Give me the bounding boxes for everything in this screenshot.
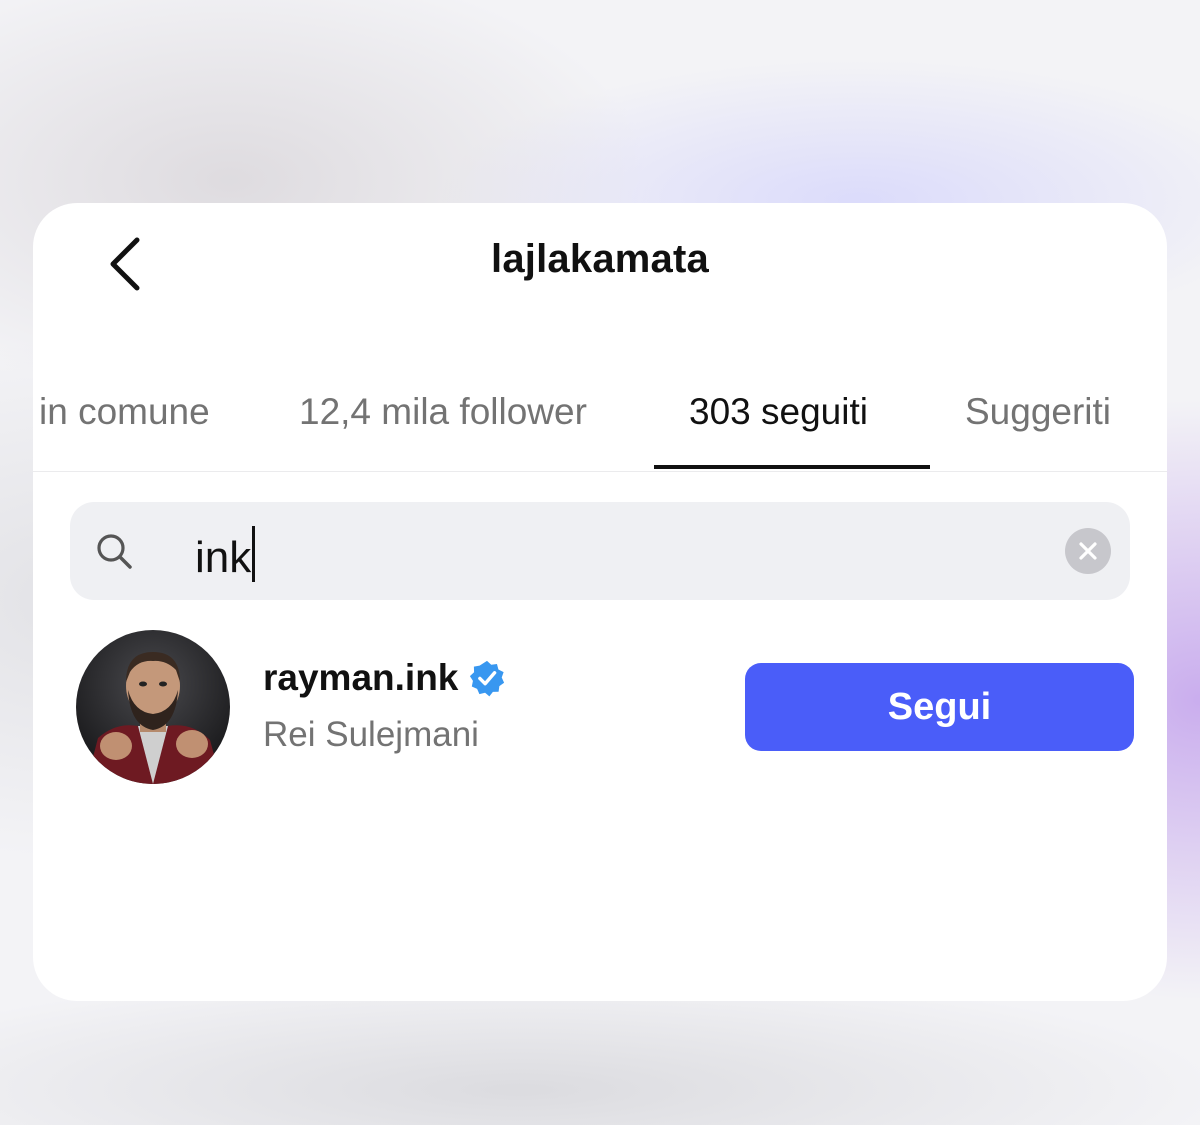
full-name: Rei Sulejmani [263, 715, 479, 754]
avatar[interactable] [76, 630, 230, 784]
username[interactable]: rayman.ink [263, 657, 458, 699]
clear-search-button[interactable] [1065, 528, 1111, 574]
user-list-item[interactable]: rayman.ink Rei Sulejmani Segui [33, 623, 1167, 793]
page-title: lajlakamata [491, 237, 709, 281]
following-list-sheet: lajlakamata in comune 12,4 mila follower… [33, 203, 1167, 1001]
follow-button[interactable]: Segui [745, 663, 1134, 751]
search-input-value: ink [195, 533, 252, 582]
search-input[interactable]: ink [195, 526, 256, 583]
tab-followers[interactable]: 12,4 mila follower [299, 391, 587, 433]
username-line: rayman.ink [263, 657, 506, 699]
tab-following[interactable]: 303 seguiti [689, 391, 868, 433]
text-caret [252, 526, 256, 582]
tab-mutual[interactable]: in comune [39, 391, 210, 433]
active-tab-indicator [654, 465, 930, 469]
tab-suggested[interactable]: Suggeriti [965, 391, 1111, 433]
clear-icon [1079, 542, 1097, 560]
search-icon [97, 534, 132, 569]
tab-bar: in comune 12,4 mila follower 303 seguiti… [33, 353, 1167, 472]
search-bar[interactable]: ink [70, 502, 1130, 600]
verified-badge-icon [470, 660, 505, 697]
avatar-image [76, 630, 230, 784]
